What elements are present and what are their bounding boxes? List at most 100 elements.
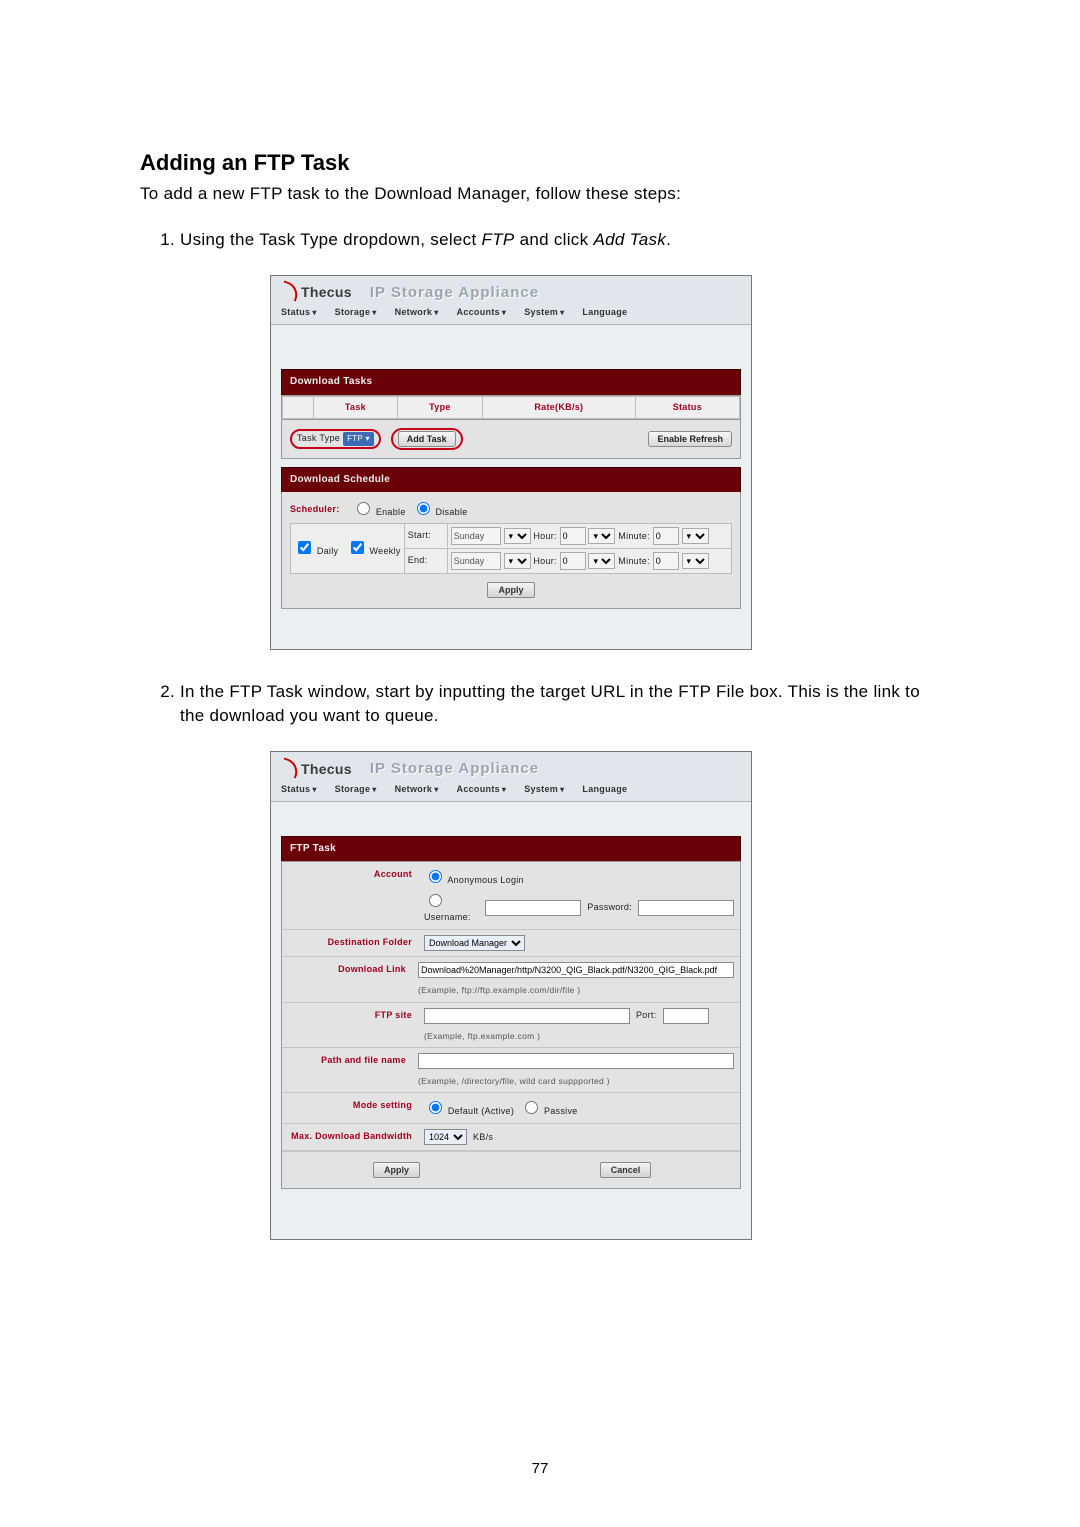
ftp-site-input[interactable] xyxy=(424,1008,630,1024)
tasks-toolbar: Task Type FTP ▾ Add Task Enable Refresh xyxy=(281,420,741,459)
shot1-header: Thecus IP Storage Appliance xyxy=(271,276,751,304)
menu-system[interactable]: System▾ xyxy=(524,306,564,319)
end-label: End: xyxy=(404,548,447,573)
start-hour-select[interactable]: ▾ xyxy=(588,528,615,544)
panel-ftp-task-title: FTP Task xyxy=(281,836,741,862)
chevron-down-icon: ▾ xyxy=(560,785,564,794)
step1-part-a: Using the Task Type dropdown, select xyxy=(180,230,482,249)
scheduler-label: Scheduler: xyxy=(290,503,346,516)
scheduler-disable-radio[interactable] xyxy=(417,502,430,515)
start-day-select[interactable]: ▾ xyxy=(504,528,531,544)
end-hour-input[interactable] xyxy=(560,552,586,570)
menu-storage[interactable]: Storage▾ xyxy=(335,306,377,319)
intro-text: To add a new FTP task to the Download Ma… xyxy=(140,184,940,204)
panel-download-tasks: Task Type Rate(KB/s) Status xyxy=(281,395,741,420)
ftp-apply-button[interactable]: Apply xyxy=(373,1162,420,1178)
step1-part-b: and click xyxy=(515,230,594,249)
bandwidth-select[interactable]: 1024 xyxy=(424,1129,467,1145)
menu-storage[interactable]: Storage▾ xyxy=(335,783,377,796)
anonymous-login[interactable]: Anonymous Login xyxy=(424,867,524,887)
table-header-row: Task Type Rate(KB/s) Status xyxy=(283,396,740,418)
chevron-down-icon: ▾ xyxy=(312,308,316,317)
screenshot-ftp-task: Thecus IP Storage Appliance Status▾ Stor… xyxy=(270,751,752,1240)
port-label: Port: xyxy=(636,1009,657,1022)
scheduler-enable-radio[interactable] xyxy=(357,502,370,515)
menu-status[interactable]: Status▾ xyxy=(281,783,317,796)
scheduler-disable[interactable]: Disable xyxy=(412,499,468,519)
ftp-site-hint: (Example, ftp.example.com ) xyxy=(424,1030,734,1042)
mode-default-radio[interactable] xyxy=(429,1101,442,1114)
chevron-down-icon: ▾ xyxy=(312,785,316,794)
end-minute-select[interactable]: ▾ xyxy=(682,553,709,569)
shot2-header: Thecus IP Storage Appliance xyxy=(271,752,751,780)
term-add-task: Add Task xyxy=(593,230,666,249)
chevron-down-icon: ▾ xyxy=(372,308,376,317)
step2-text: In the FTP Task window, start by inputti… xyxy=(180,682,920,726)
weekly-checkbox[interactable]: Weekly xyxy=(347,546,401,556)
task-type-select[interactable]: FTP ▾ xyxy=(343,432,374,446)
add-task-button[interactable]: Add Task xyxy=(398,431,456,447)
chevron-down-icon: ▾ xyxy=(434,308,438,317)
schedule-apply-button[interactable]: Apply xyxy=(487,582,534,598)
password-input[interactable] xyxy=(638,900,734,916)
end-day-select[interactable]: ▾ xyxy=(504,553,531,569)
menu-language[interactable]: Language xyxy=(582,306,627,319)
ftp-task-form: Account Anonymous Login Username: Passwo… xyxy=(281,861,741,1189)
hour-label: Hour: xyxy=(533,531,557,541)
mode-passive-radio[interactable] xyxy=(525,1101,538,1114)
mode-passive[interactable]: Passive xyxy=(520,1098,577,1118)
menu-language[interactable]: Language xyxy=(582,783,627,796)
shot1-canvas: Download Tasks Task Type Rate(KB/s) Stat… xyxy=(271,325,751,648)
mode-default[interactable]: Default (Active) xyxy=(424,1098,514,1118)
form-button-row: Apply Cancel xyxy=(282,1151,740,1188)
ftp-cancel-button[interactable]: Cancel xyxy=(600,1162,652,1178)
step-1: Using the Task Type dropdown, select FTP… xyxy=(180,228,940,650)
task-type-highlight: Task Type FTP ▾ xyxy=(290,429,381,449)
appliance-title: IP Storage Appliance xyxy=(370,282,539,304)
anonymous-radio[interactable] xyxy=(429,870,442,883)
col-rate: Rate(KB/s) xyxy=(482,396,635,418)
minute-label-2: Minute: xyxy=(618,556,650,566)
end-day-input[interactable] xyxy=(451,552,501,570)
menubar: Status▾ Storage▾ Network▾ Accounts▾ Syst… xyxy=(271,780,751,802)
appliance-title: IP Storage Appliance xyxy=(370,758,539,780)
start-day-input[interactable] xyxy=(451,527,501,545)
label-path-file: Path and file name xyxy=(282,1048,412,1092)
menu-network[interactable]: Network▾ xyxy=(395,306,439,319)
menu-status[interactable]: Status▾ xyxy=(281,306,317,319)
daily-checkbox[interactable]: Daily xyxy=(294,546,338,556)
label-max-bandwidth: Max. Download Bandwidth xyxy=(282,1124,418,1150)
path-input[interactable] xyxy=(418,1053,734,1069)
end-minute-input[interactable] xyxy=(653,552,679,570)
menu-network[interactable]: Network▾ xyxy=(395,783,439,796)
username-input[interactable] xyxy=(485,900,581,916)
menu-accounts[interactable]: Accounts▾ xyxy=(457,306,507,319)
step1-part-c: . xyxy=(666,230,671,249)
label-mode-setting: Mode setting xyxy=(282,1093,418,1123)
username-radio[interactable] xyxy=(429,894,442,907)
end-hour-select[interactable]: ▾ xyxy=(588,553,615,569)
label-download-link: Download Link xyxy=(282,957,412,1001)
port-input[interactable] xyxy=(663,1008,709,1024)
start-minute-select[interactable]: ▾ xyxy=(682,528,709,544)
chevron-down-icon: ▾ xyxy=(502,308,506,317)
download-link-input[interactable] xyxy=(418,962,734,978)
screenshot-download-manager: Thecus IP Storage Appliance Status▾ Stor… xyxy=(270,275,752,650)
hour-label-2: Hour: xyxy=(533,556,557,566)
destination-folder-select[interactable]: Download Manager xyxy=(424,935,525,951)
scheduler-enable[interactable]: Enable xyxy=(352,499,406,519)
page-number: 77 xyxy=(0,1460,1080,1477)
logo: Thecus xyxy=(281,282,352,302)
col-type: Type xyxy=(397,396,482,418)
logo: Thecus xyxy=(281,759,352,779)
start-minute-input[interactable] xyxy=(653,527,679,545)
col-status: Status xyxy=(635,396,739,418)
menu-accounts[interactable]: Accounts▾ xyxy=(457,783,507,796)
start-label: Start: xyxy=(404,523,447,548)
minute-label: Minute: xyxy=(618,531,650,541)
start-hour-input[interactable] xyxy=(560,527,586,545)
col-task: Task xyxy=(314,396,398,418)
enable-refresh-button[interactable]: Enable Refresh xyxy=(648,431,732,447)
menu-system[interactable]: System▾ xyxy=(524,783,564,796)
username-option[interactable]: Username: xyxy=(424,891,479,924)
